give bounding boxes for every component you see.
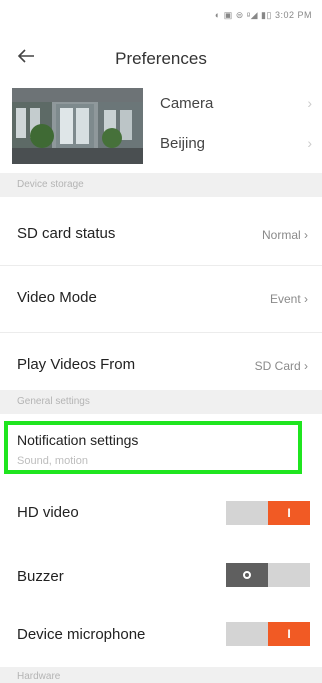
sd-card-status-label: SD card status: [17, 225, 116, 242]
buzzer-toggle[interactable]: [226, 563, 310, 587]
camera-thumbnail: [12, 88, 143, 164]
buzzer-row: Buzzer: [0, 545, 322, 605]
status-bar: ◐ ▣ ⊜ ᵍ◢ ▮▯ 3:02 PM: [0, 0, 322, 30]
notification-settings-subtitle: Sound, motion: [17, 455, 88, 467]
toggle-knob: [226, 563, 268, 587]
status-icons: ◐ ▣ ⊜ ᵍ◢ ▮▯ 3:02 PM: [214, 10, 312, 20]
video-mode-value: Event ›: [269, 292, 308, 306]
device-microphone-label: Device microphone: [17, 626, 146, 643]
toggle-off-ring-icon: [243, 570, 251, 579]
device-microphone-row: Device microphone I: [0, 605, 322, 665]
hd-video-toggle[interactable]: I: [226, 501, 310, 525]
play-videos-from-value: SD Card ›: [254, 359, 308, 373]
hd-video-label: HD video: [17, 504, 79, 521]
video-mode-row[interactable]: Video Mode Event ›: [0, 266, 322, 332]
buzzer-label: Buzzer: [17, 568, 64, 585]
device-microphone-toggle[interactable]: I: [226, 622, 310, 646]
section-header-general-settings: General settings: [0, 390, 322, 414]
sd-card-status-row[interactable]: SD card status Normal ›: [0, 197, 322, 271]
hd-video-row: HD video I: [0, 485, 322, 545]
section-header-hardware: Hardware: [0, 667, 322, 683]
camera-name: Camera: [160, 95, 214, 112]
header: Preferences: [0, 38, 322, 78]
toggle-knob: I: [268, 501, 310, 525]
sd-card-status-value: Normal ›: [261, 228, 308, 242]
page-title: Preferences: [115, 49, 207, 68]
camera-item[interactable]: Camera Beijing › ›: [0, 83, 322, 169]
section-header-device-storage: Device storage: [0, 173, 322, 197]
notification-settings-label: Notification settings: [17, 432, 139, 448]
video-mode-label: Video Mode: [17, 289, 97, 306]
camera-location: Beijing: [160, 135, 206, 152]
play-videos-from-label: Play Videos From: [17, 356, 136, 373]
toggle-knob: I: [268, 622, 310, 646]
chevron-right-icon: ›: [307, 95, 312, 111]
chevron-right-icon: ›: [307, 135, 312, 151]
